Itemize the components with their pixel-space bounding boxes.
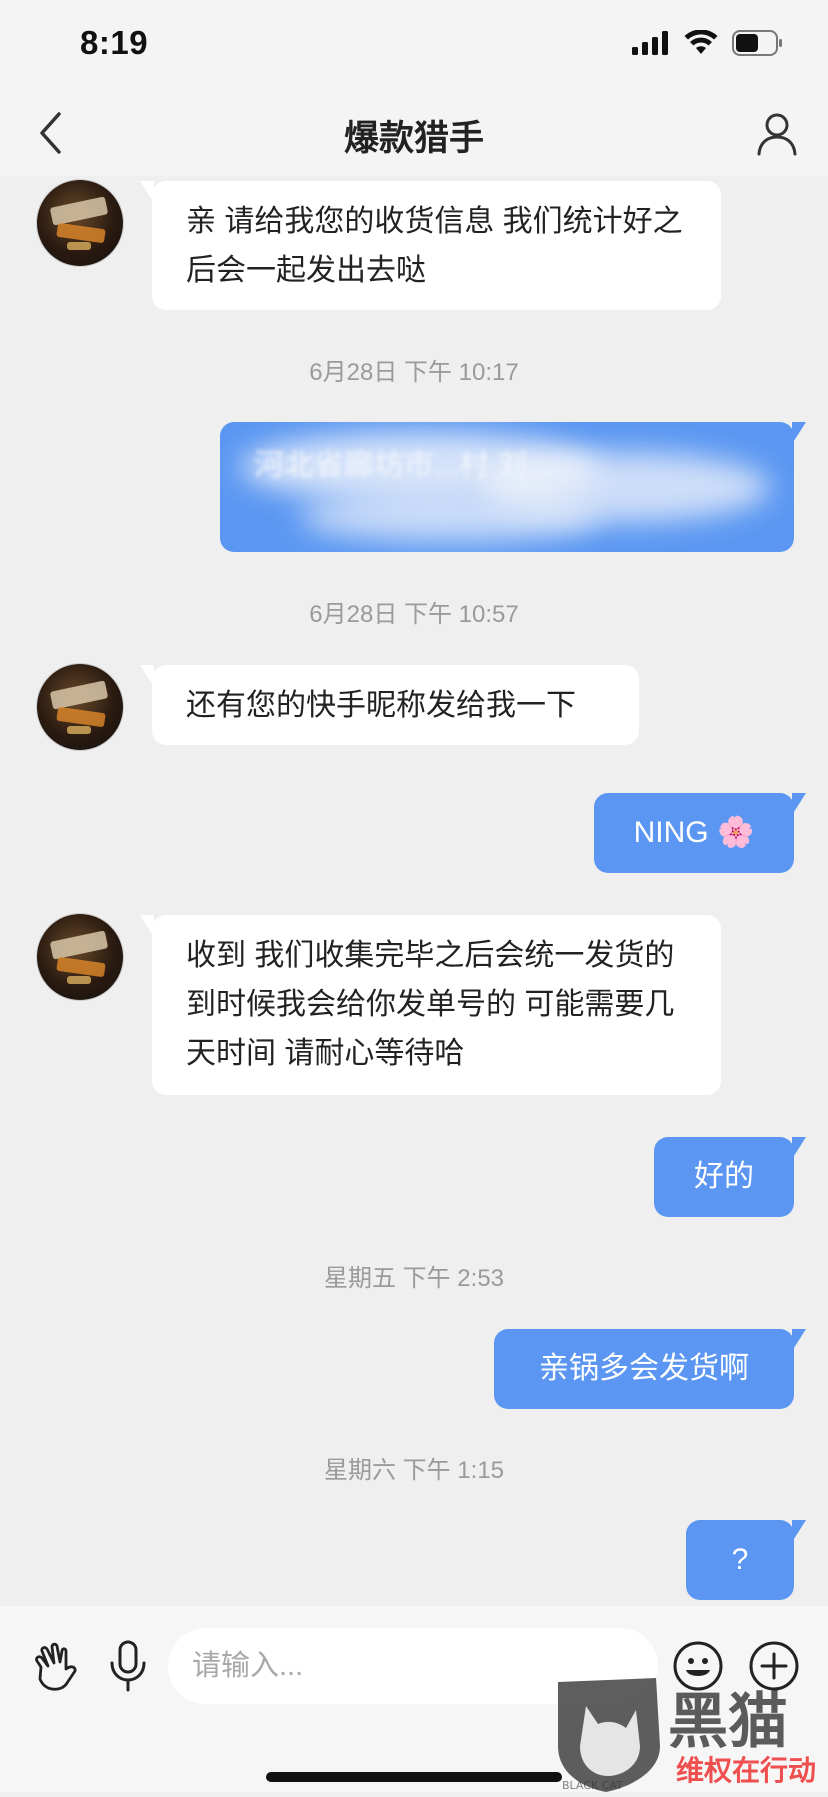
incoming-message[interactable]: 还有您的快手昵称发给我一下 — [140, 665, 639, 745]
status-time: 8:19 — [80, 24, 149, 61]
chat-area[interactable]: 亲 请给我您的收货信息 我们统计好之后会一起发出去哒 6月28日 下午 10:1… — [0, 176, 828, 1606]
outgoing-message[interactable]: 亲锅多会发货啊 — [494, 1329, 806, 1409]
outgoing-message-redacted[interactable]: 河北省廊坊市...村 刘... — [220, 422, 806, 552]
profile-button[interactable] — [754, 110, 800, 156]
microphone-icon — [110, 1640, 146, 1692]
status-icons — [632, 30, 784, 56]
avatar[interactable] — [37, 180, 123, 266]
avatar[interactable] — [37, 914, 123, 1000]
hand-wave-icon — [35, 1642, 77, 1691]
wifi-icon — [684, 30, 718, 54]
profile-icon — [757, 113, 797, 156]
hand-wave-button[interactable] — [28, 1638, 84, 1694]
status-bar: 8:19 — [0, 0, 828, 90]
watermark-small-text: BLACK CAT — [562, 1779, 623, 1792]
timestamp: 星期六 下午 1:15 — [323, 1457, 505, 1484]
cat-shield-logo: 黑猫 维权在行动 BLACK CAT — [558, 1678, 816, 1792]
watermark-sub-text: 维权在行动 — [676, 1754, 816, 1787]
watermark-main-text: 黑猫 — [668, 1687, 788, 1757]
nav-bar: 爆款猎手 — [0, 90, 828, 176]
page-title: 爆款猎手 — [343, 119, 484, 158]
timestamp: 星期五 下午 2:53 — [323, 1265, 505, 1292]
incoming-message[interactable]: 收到 我们收集完毕之后会统一发货的 到时候我会给你发单号的 可能需要几天时间 请… — [140, 915, 721, 1095]
outgoing-message[interactable]: NING 🌸 — [594, 793, 806, 873]
black-cat-watermark: 黑猫 维权在行动 BLACK CAT — [556, 1676, 828, 1792]
outgoing-message[interactable]: ? — [686, 1520, 806, 1600]
battery-icon — [732, 30, 782, 56]
timestamp: 6月28日 下午 10:57 — [309, 601, 519, 628]
outgoing-message[interactable]: 好的 — [654, 1137, 806, 1217]
incoming-message[interactable]: 亲 请给我您的收货信息 我们统计好之后会一起发出去哒 — [140, 181, 721, 310]
voice-button[interactable] — [100, 1638, 156, 1694]
home-indicator — [266, 1772, 562, 1782]
avatar[interactable] — [37, 664, 123, 750]
signal-icon — [632, 31, 668, 55]
timestamp: 6月28日 下午 10:17 — [309, 359, 519, 386]
